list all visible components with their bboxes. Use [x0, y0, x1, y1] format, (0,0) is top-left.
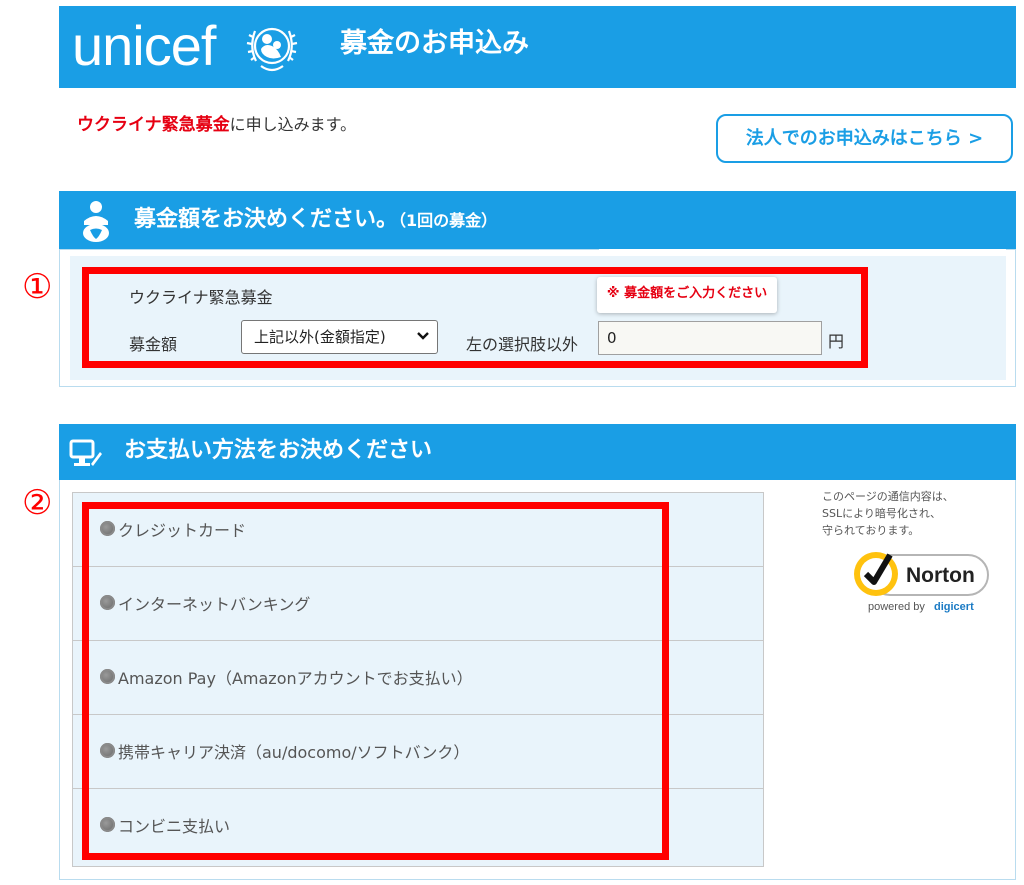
payment-option-credit-card[interactable]: クレジットカード — [73, 493, 763, 567]
payment-option-label: インターネットバンキング — [118, 595, 311, 614]
payment-section-header: お支払い方法をお決めください — [59, 424, 1016, 480]
amount-select[interactable]: 上記以外(金額指定) — [241, 320, 438, 354]
corporate-application-button[interactable]: 法人でのお申込みはこちら > — [716, 114, 1013, 163]
annotation-marker-2: ② — [22, 483, 53, 523]
payment-option-label: コンビニ支払い — [118, 817, 231, 836]
norton-digicert-text: digicert — [934, 601, 974, 613]
payment-option-internet-banking[interactable]: インターネットバンキング — [73, 567, 763, 641]
fund-highlight: ウクライナ緊急募金 — [77, 115, 230, 135]
intro-text: ウクライナ緊急募金に申し込みます。 — [77, 114, 356, 136]
payment-option-label: クレジットカード — [118, 521, 247, 540]
payment-option-label: Amazon Pay（Amazonアカウントでお支払い） — [118, 669, 473, 688]
norton-brand-text: Norton — [906, 564, 975, 587]
payment-method-list: クレジットカード インターネットバンキング Amazon Pay（Amazonア… — [72, 492, 764, 867]
radio-button[interactable] — [100, 595, 115, 610]
amount-section-title-main: 募金額をお決めください。 — [134, 207, 399, 232]
amount-input[interactable]: 0 — [598, 321, 822, 355]
page-title: 募金のお申込み — [340, 28, 529, 59]
radio-button[interactable] — [100, 743, 115, 758]
radio-button[interactable] — [100, 669, 115, 684]
amount-section-title-small: （1回の募金） — [398, 211, 498, 230]
amount-section-header: 募金額をお決めください。（1回の募金） — [59, 191, 1016, 249]
payment-option-carrier-billing[interactable]: 携帯キャリア決済（au/docomo/ソフトバンク） — [73, 715, 763, 789]
amount-select-value: 上記以外(金額指定) — [254, 328, 386, 346]
amount-form-panel — [70, 256, 1006, 380]
computer-icon — [69, 439, 102, 466]
norton-powered-by-text: powered by — [868, 601, 925, 613]
ssl-notice-line: SSLにより暗号化され、 — [822, 507, 941, 520]
amount-label: 募金額 — [129, 335, 178, 354]
payment-section-title: お支払い方法をお決めください — [124, 438, 433, 463]
donor-icon — [83, 201, 109, 242]
fund-name-label: ウクライナ緊急募金 — [129, 288, 273, 307]
norton-seal[interactable]: Norton powered by digicert — [850, 543, 990, 615]
ssl-notice: このページの通信内容は、 SSLにより暗号化され、 守られております。 — [822, 488, 1002, 539]
amount-section-title: 募金額をお決めください。（1回の募金） — [134, 205, 497, 236]
intro-suffix: に申し込みます。 — [229, 115, 357, 134]
chevron-down-icon — [417, 332, 429, 340]
payment-option-convenience-store[interactable]: コンビニ支払い — [73, 789, 763, 863]
other-amount-label: 左の選択肢以外 — [466, 335, 579, 354]
radio-button[interactable] — [100, 521, 115, 536]
ssl-notice-line: 守られております。 — [822, 524, 920, 537]
yen-unit: 円 — [828, 332, 845, 351]
amount-error-tooltip: ※ 募金額をご入力ください — [597, 277, 777, 313]
ssl-notice-line: このページの通信内容は、 — [822, 490, 954, 503]
radio-button[interactable] — [100, 817, 115, 832]
payment-option-amazon-pay[interactable]: Amazon Pay（Amazonアカウントでお支払い） — [73, 641, 763, 715]
page-header: unicef 募金のお申込み — [59, 6, 1016, 88]
unicef-globe-icon — [246, 27, 298, 72]
payment-option-label: 携帯キャリア決済（au/docomo/ソフトバンク） — [118, 743, 470, 762]
annotation-marker-1: ① — [22, 267, 53, 307]
unicef-logo-text: unicef — [72, 14, 216, 77]
